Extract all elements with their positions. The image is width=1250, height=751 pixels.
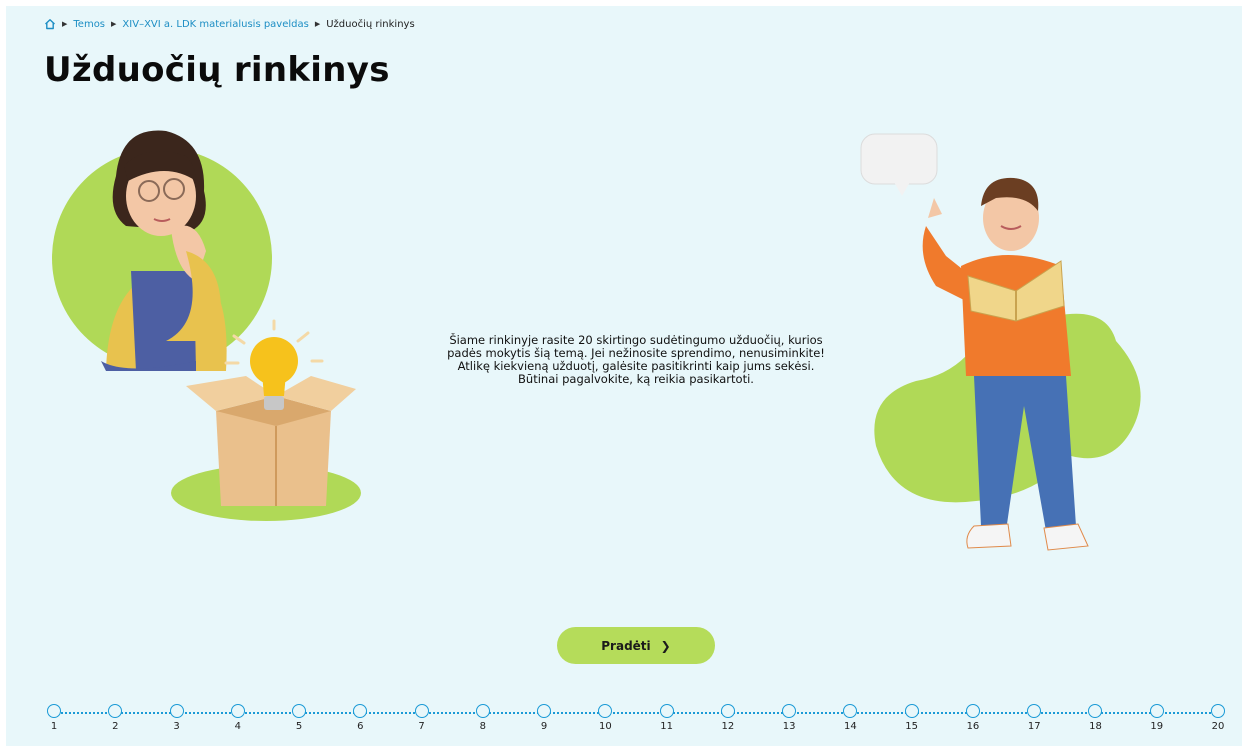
step-number: 3 — [173, 721, 180, 732]
step-number: 17 — [1027, 721, 1041, 732]
step-dot[interactable] — [1211, 704, 1225, 718]
step-dot[interactable] — [353, 704, 368, 718]
step-number: 11 — [660, 721, 673, 732]
page: ▶ Temos ▶ XIV–XVI a. LDK materialusis pa… — [6, 6, 1242, 746]
step-dot[interactable] — [598, 704, 613, 718]
step-dot[interactable] — [414, 704, 429, 718]
step-13[interactable]: 13 — [774, 704, 804, 732]
step-20[interactable]: 20 — [1203, 704, 1233, 732]
step-number: 14 — [844, 721, 857, 732]
step-number: 16 — [966, 721, 980, 732]
step-dot[interactable] — [659, 704, 674, 718]
step-dot[interactable] — [1149, 704, 1164, 718]
step-number: 13 — [782, 721, 796, 732]
step-number: 12 — [721, 721, 735, 732]
step-11[interactable]: 11 — [652, 704, 682, 732]
breadcrumb-current: Užduočių rinkinys — [326, 18, 415, 30]
step-number: 7 — [418, 721, 425, 732]
step-7[interactable]: 7 — [407, 704, 437, 732]
step-14[interactable]: 14 — [835, 704, 865, 732]
girl-lightbulb-illustration — [52, 130, 361, 521]
step-2[interactable]: 2 — [100, 704, 130, 732]
step-17[interactable]: 17 — [1019, 704, 1049, 732]
step-dot[interactable] — [292, 704, 307, 718]
caret-right-icon: ▶ — [314, 20, 321, 28]
start-button[interactable]: Pradėti ❯ — [557, 627, 715, 664]
step-dot[interactable] — [47, 704, 61, 718]
caret-right-icon: ▶ — [111, 20, 117, 28]
start-button-label: Pradėti — [601, 638, 651, 653]
step-dot[interactable] — [720, 704, 735, 718]
step-dot[interactable] — [782, 704, 797, 718]
step-number: 4 — [234, 721, 241, 732]
step-10[interactable]: 10 — [590, 704, 620, 732]
step-number: 1 — [50, 721, 58, 732]
step-8[interactable]: 8 — [468, 704, 498, 732]
step-number: 19 — [1150, 721, 1164, 732]
step-number: 5 — [295, 721, 303, 732]
step-18[interactable]: 18 — [1080, 704, 1110, 732]
caret-right-icon: ▶ — [62, 20, 68, 28]
breadcrumb-link-topic[interactable]: XIV–XVI a. LDK materialusis paveldas — [122, 19, 308, 30]
page-title: Užduočių rinkinys — [44, 50, 390, 90]
home-icon[interactable] — [44, 18, 56, 30]
step-5[interactable]: 5 — [284, 704, 314, 732]
step-15[interactable]: 15 — [897, 704, 927, 732]
intro-text: Šiame rinkinyje rasite 20 skirtingo sudė… — [447, 332, 825, 386]
step-number: 9 — [540, 721, 548, 732]
step-dot[interactable] — [230, 704, 245, 718]
step-number: 6 — [357, 721, 364, 732]
step-number: 18 — [1089, 721, 1102, 732]
step-6[interactable]: 6 — [345, 704, 375, 732]
step-dot[interactable] — [904, 704, 919, 718]
step-9[interactable]: 9 — [529, 704, 559, 732]
boy-book-illustration — [860, 133, 1141, 551]
step-number: 10 — [598, 721, 612, 732]
step-number: 15 — [905, 721, 919, 732]
step-dot[interactable] — [843, 704, 858, 718]
step-dot[interactable] — [108, 704, 123, 718]
step-3[interactable]: 3 — [162, 704, 192, 732]
step-dot[interactable] — [537, 704, 552, 718]
step-dot[interactable] — [475, 704, 490, 718]
chevron-right-icon: ❯ — [660, 638, 671, 653]
step-4[interactable]: 4 — [223, 704, 253, 732]
step-dot[interactable] — [169, 704, 184, 718]
step-19[interactable]: 19 — [1142, 704, 1172, 732]
step-number: 2 — [112, 721, 119, 732]
step-dot[interactable] — [1027, 704, 1042, 718]
step-dot[interactable] — [965, 704, 980, 718]
task-stepper: 1 2 3 4 5 6 7 8 9 10 11 12 13 14 15 16 17 18 19 20 — [46, 704, 1226, 740]
step-1[interactable]: 1 — [39, 704, 69, 732]
breadcrumb-link-temos[interactable]: Temos — [73, 19, 105, 30]
breadcrumb: ▶ Temos ▶ XIV–XVI a. LDK materialusis pa… — [44, 16, 415, 32]
step-number: 8 — [479, 721, 487, 732]
step-12[interactable]: 12 — [713, 704, 743, 732]
step-number: 20 — [1211, 721, 1225, 732]
step-16[interactable]: 16 — [958, 704, 988, 732]
step-dot[interactable] — [1088, 704, 1103, 718]
